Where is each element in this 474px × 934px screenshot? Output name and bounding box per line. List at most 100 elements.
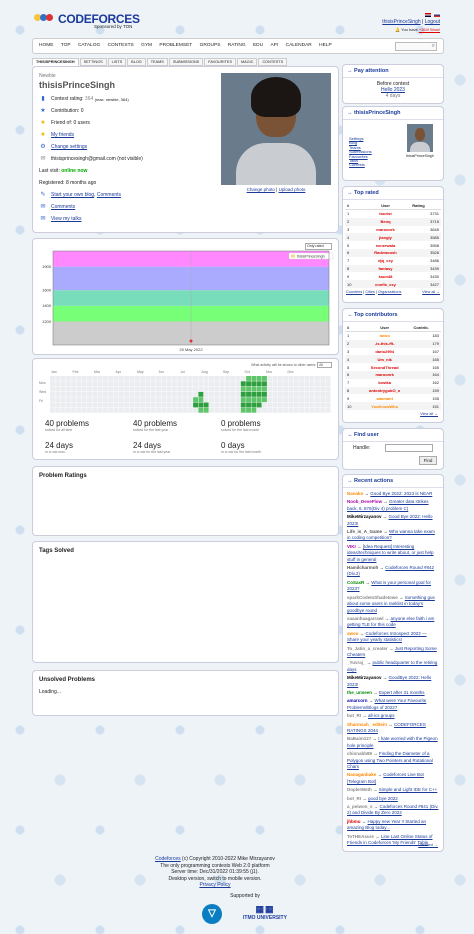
recent-action-user[interactable]: MikeMirzayanov: [347, 514, 382, 519]
user-cell[interactable]: maroonrk: [361, 226, 410, 234]
recent-action-user[interactable]: Nanako: [347, 491, 363, 496]
tab-teams[interactable]: TEAMS: [146, 58, 168, 66]
ton-logo-icon[interactable]: ▽: [202, 904, 222, 924]
user-cell[interactable]: YouKnowWho: [357, 402, 412, 410]
top-rated-view-all[interactable]: View all →: [422, 290, 440, 294]
recent-action-user[interactable]: MikeMirzayanov: [347, 675, 382, 680]
user-cell[interactable]: -is-this-fft-: [357, 339, 412, 348]
cities-link[interactable]: Cities: [365, 290, 375, 294]
privacy-policy-link[interactable]: Privacy Policy: [130, 882, 300, 889]
change-settings-link[interactable]: Change settings: [51, 144, 87, 150]
recent-action-user[interactable]: To_Jatin_a_creater: [347, 646, 388, 651]
tab-favourites[interactable]: FAVOURITES: [204, 58, 236, 66]
user-cell[interactable]: antontrygubO_o: [357, 386, 412, 395]
recent-action-link[interactable]: Good Bye 2022: 2023 is NEAR: [370, 491, 432, 496]
menu-catalog[interactable]: CATALOG: [78, 39, 100, 53]
user-cell[interactable]: fantasy: [360, 264, 411, 273]
recent-action-user[interactable]: bot_RI: [347, 713, 361, 718]
recent-action-user[interactable]: the_unseen: [347, 690, 372, 695]
recent-action-user[interactable]: Sharmsah_ editein: [347, 722, 387, 727]
recent-actions-detailed[interactable]: Detailed →: [418, 842, 438, 847]
tab-blog[interactable]: BLOG: [127, 58, 146, 66]
user-cell[interactable]: kostka: [358, 379, 412, 387]
menu-contests[interactable]: CONTESTS: [108, 39, 134, 53]
recent-action-user[interactable]: ToTHEAsure: [347, 834, 374, 839]
user-cell[interactable]: ksun48: [361, 272, 410, 280]
user-cell[interactable]: Um_nik: [357, 355, 412, 364]
recent-action-link[interactable]: good bye 2022: [368, 796, 398, 801]
recent-action-user[interactable]: VIKI: [347, 544, 356, 549]
heatmap-visibility-select[interactable]: All: [317, 362, 332, 368]
menu-rating[interactable]: RATING: [228, 39, 246, 53]
recent-action-user[interactable]: Nanaganbake: [347, 772, 376, 777]
comments-link-inline[interactable]: Comments: [97, 192, 121, 198]
flag-ru-icon[interactable]: [434, 12, 440, 17]
menu-top[interactable]: TOP: [61, 39, 71, 53]
tab-contests[interactable]: CONTESTS: [258, 58, 288, 66]
user-cell[interactable]: dario2994: [358, 348, 412, 356]
search-icon[interactable]: ⌕: [432, 43, 435, 50]
organizations-link[interactable]: Organizations: [378, 290, 401, 294]
tab-profile[interactable]: THISISPRINCESINGH: [32, 58, 79, 66]
recent-action-user[interactable]: amarcorn: [347, 698, 368, 703]
menu-gym[interactable]: GYM: [141, 39, 152, 53]
user-cell[interactable]: Radewoosh: [360, 248, 411, 257]
tab-settings[interactable]: SETTINGS: [79, 58, 107, 66]
my-friends-link[interactable]: My friends: [51, 132, 74, 138]
upload-photo-link[interactable]: Upload photo: [279, 187, 306, 192]
recent-action-link[interactable]: Expert after 31 months: [379, 690, 425, 695]
user-cell[interactable]: jiangly: [360, 233, 411, 242]
user-cell[interactable]: ecnerwala: [361, 241, 410, 249]
user-cell[interactable]: maroonrk: [357, 370, 412, 379]
menu-help[interactable]: HELP: [319, 39, 332, 53]
user-cell[interactable]: adamant: [358, 394, 412, 402]
tab-magic[interactable]: MAGIC: [236, 58, 258, 66]
codeforces-logo[interactable]: CODEFORCES Sponsored by TON: [34, 12, 154, 32]
recent-action-user[interactable]: Hamilcharmoh: [347, 565, 378, 570]
user-cell[interactable]: Benq: [360, 217, 411, 226]
find-button[interactable]: Find: [419, 456, 437, 465]
user-cell[interactable]: cnnfls_csy: [360, 280, 411, 288]
recent-action-link[interactable]: Codeforces Introspect 2022 — Share your …: [347, 631, 427, 642]
top-contributors-view-all[interactable]: View all →: [420, 412, 438, 416]
recent-action-user[interactable]: a_peiwon_s: [347, 804, 373, 809]
flag-gb-icon[interactable]: [424, 12, 431, 17]
itmo-logo[interactable]: ▦▦ ITMO UNIVERSITY: [240, 904, 290, 921]
footer-codeforces-link[interactable]: Codeforces: [155, 856, 181, 862]
menu-groups[interactable]: GROUPS: [200, 39, 221, 53]
talks-link[interactable]: View my talks: [51, 216, 81, 222]
start-blog-link[interactable]: Start your own blog: [51, 192, 94, 198]
header-user-link[interactable]: thisisPrinceSingh: [382, 19, 420, 25]
menu-home[interactable]: HOME: [39, 39, 53, 53]
recent-action-user[interactable]: BaBaim127: [347, 736, 371, 741]
bell-icon[interactable]: 🔔: [395, 27, 400, 32]
recent-action-link[interactable]: Simple and Light IDE for C++: [379, 787, 438, 792]
recent-action-user[interactable]: awoo: [347, 631, 359, 636]
recent-action-user[interactable]: DoplerMeth: [347, 787, 372, 792]
countries-link[interactable]: Countries: [346, 290, 362, 294]
recent-action-user[interactable]: CoSaxR: [347, 580, 364, 585]
menu-calendar[interactable]: CALENDAR: [286, 39, 312, 53]
recent-action-user[interactable]: _Yuvraj_: [347, 660, 366, 665]
search-input[interactable]: ⌕: [395, 42, 437, 51]
menu-problemset[interactable]: PROBLEMSET: [159, 39, 192, 53]
tab-submissions[interactable]: SUBMISSIONS: [168, 58, 204, 66]
tab-lists[interactable]: LISTS: [107, 58, 127, 66]
logout-link[interactable]: Logout: [425, 19, 440, 25]
menu-edu[interactable]: EDU: [253, 39, 263, 53]
recent-action-link[interactable]: all-ics groups: [368, 713, 395, 718]
user-cell[interactable]: djq_cxy: [361, 257, 410, 265]
recent-action-user[interactable]: bot_RI: [347, 796, 361, 801]
recent-action-user[interactable]: chinnabb89: [347, 751, 372, 756]
user-cell[interactable]: SecondThread: [358, 363, 412, 371]
change-photo-link[interactable]: Change photo: [247, 187, 275, 192]
user-cell[interactable]: awoo: [358, 332, 412, 340]
new-items-link[interactable]: +364! Wow!: [419, 27, 440, 32]
comments-link[interactable]: Comments: [51, 204, 75, 210]
recent-action-user[interactable]: saaanhaagarrawl: [347, 616, 384, 621]
recent-action-link[interactable]: [Idea Request] Interesting ideas/techniq…: [347, 544, 434, 562]
user-link-contests[interactable]: Contests: [349, 163, 372, 168]
menu-api[interactable]: API: [270, 39, 278, 53]
recent-action-user[interactable]: Life_is_A_Game: [347, 529, 382, 534]
recent-action-user[interactable]: jhbmu: [347, 819, 361, 824]
